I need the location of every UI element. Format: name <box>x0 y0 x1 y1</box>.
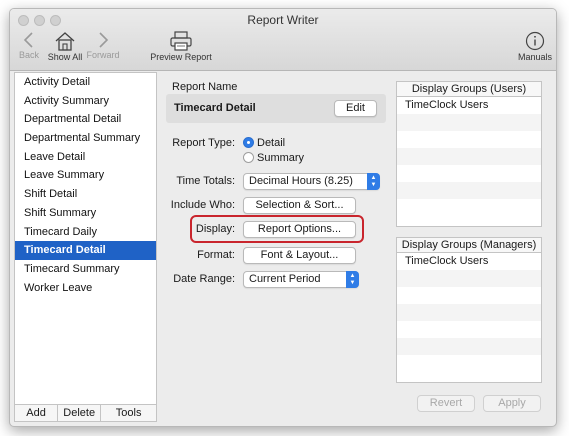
preview-report-label: Preview Report <box>150 52 212 62</box>
report-list-sidebar: Activity Detail Activity Summary Departm… <box>14 72 157 422</box>
info-icon <box>525 31 545 51</box>
revert-button[interactable]: Revert <box>417 395 475 412</box>
list-item <box>397 287 541 304</box>
list-item <box>397 304 541 321</box>
report-writer-window: Report Writer Back Show All Forward Prev… <box>9 8 557 427</box>
report-type-summary-radio[interactable] <box>243 152 254 163</box>
sidebar-item-worker-leave[interactable]: Worker Leave <box>15 279 156 298</box>
sidebar-item-departmental-detail[interactable]: Departmental Detail <box>15 110 156 129</box>
time-totals-select[interactable]: Decimal Hours (8.25) ▲ ▼ <box>243 173 380 190</box>
sidebar-item-timecard-detail[interactable]: Timecard Detail <box>15 241 156 260</box>
display-groups-users-header: Display Groups (Users) <box>397 82 541 97</box>
time-totals-value: Decimal Hours (8.25) <box>249 175 353 187</box>
report-list: Activity Detail Activity Summary Departm… <box>15 73 156 297</box>
preview-report-button[interactable]: Preview Report <box>150 31 212 62</box>
display-label: Display: <box>195 223 235 235</box>
selection-sort-button[interactable]: Selection & Sort... <box>243 197 356 214</box>
sidebar-item-activity-detail[interactable]: Activity Detail <box>15 73 156 92</box>
list-item <box>397 114 541 131</box>
font-layout-button[interactable]: Font & Layout... <box>243 247 356 264</box>
sidebar-item-timecard-summary[interactable]: Timecard Summary <box>15 260 156 279</box>
date-range-value: Current Period <box>249 273 321 285</box>
display-groups-users-panel: Display Groups (Users) TimeClock Users <box>396 81 542 227</box>
sidebar-item-leave-detail[interactable]: Leave Detail <box>15 148 156 167</box>
list-item <box>397 355 541 372</box>
manuals-button[interactable]: Manuals <box>516 31 554 62</box>
list-item <box>397 338 541 355</box>
delete-button[interactable]: Delete <box>58 405 102 421</box>
report-type-detail-label[interactable]: Detail <box>257 137 285 149</box>
sidebar-item-departmental-summary[interactable]: Departmental Summary <box>15 129 156 148</box>
list-item <box>397 148 541 165</box>
report-type-summary-label[interactable]: Summary <box>257 152 304 164</box>
chevron-right-icon <box>99 32 109 48</box>
window-title: Report Writer <box>247 13 319 27</box>
time-totals-label: Time Totals: <box>176 175 235 187</box>
manuals-label: Manuals <box>517 52 553 62</box>
list-item <box>397 199 541 216</box>
back-label: Back <box>18 50 39 60</box>
list-item <box>397 321 541 338</box>
list-item[interactable]: TimeClock Users <box>397 97 541 114</box>
report-options-button[interactable]: Report Options... <box>243 221 356 238</box>
list-item[interactable]: TimeClock Users <box>397 253 541 270</box>
display-groups-managers-panel: Display Groups (Managers) TimeClock User… <box>396 237 542 383</box>
show-all-label: Show All <box>47 52 83 62</box>
stepper-icon: ▲ ▼ <box>367 173 380 190</box>
date-range-select[interactable]: Current Period ▲ ▼ <box>243 271 359 288</box>
list-item <box>397 270 541 287</box>
display-groups-managers-header: Display Groups (Managers) <box>397 238 541 253</box>
report-type-detail-radio[interactable] <box>243 137 254 148</box>
report-name-value: Timecard Detail <box>174 102 256 114</box>
forward-button[interactable]: Forward <box>86 31 120 60</box>
add-button[interactable]: Add <box>15 405 59 421</box>
sidebar-item-activity-summary[interactable]: Activity Summary <box>15 92 156 111</box>
sidebar-item-leave-summary[interactable]: Leave Summary <box>15 166 156 185</box>
sidebar-item-shift-detail[interactable]: Shift Detail <box>15 185 156 204</box>
report-name-label: Report Name <box>172 81 238 93</box>
list-item <box>397 131 541 148</box>
list-item <box>397 165 541 182</box>
include-who-label: Include Who: <box>170 199 235 211</box>
show-all-button[interactable]: Show All <box>46 31 84 62</box>
chevron-left-icon <box>23 32 33 48</box>
printer-icon <box>170 31 192 51</box>
date-range-label: Date Range: <box>173 273 235 285</box>
report-name-box: Timecard Detail Edit <box>166 94 386 123</box>
sidebar-footer: Add Delete Tools <box>15 404 156 421</box>
forward-label: Forward <box>86 50 120 60</box>
sidebar-item-timecard-daily[interactable]: Timecard Daily <box>15 223 156 242</box>
edit-button[interactable]: Edit <box>334 100 377 117</box>
stepper-icon: ▲ ▼ <box>346 271 359 288</box>
report-type-label: Report Type: <box>172 137 235 149</box>
tools-button[interactable]: Tools <box>101 405 156 421</box>
format-label: Format: <box>197 249 235 261</box>
list-item <box>397 182 541 199</box>
back-button[interactable]: Back <box>14 31 44 60</box>
sidebar-item-shift-summary[interactable]: Shift Summary <box>15 204 156 223</box>
titlebar: Report Writer Back Show All Forward Prev… <box>10 9 556 71</box>
apply-button[interactable]: Apply <box>483 395 541 412</box>
house-icon <box>55 32 75 51</box>
